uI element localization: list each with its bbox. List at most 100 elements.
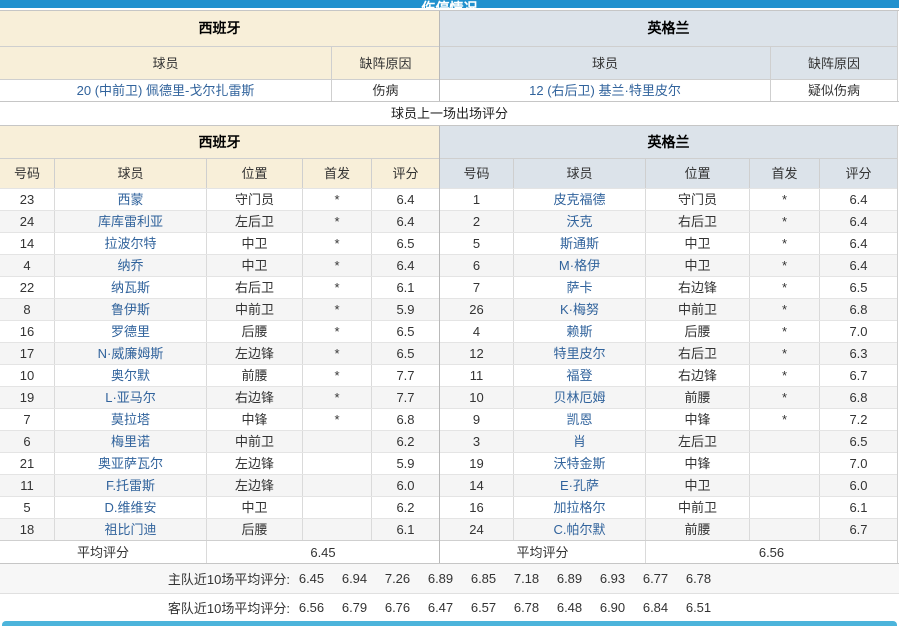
player-position: 左后卫 (207, 211, 303, 232)
average-rating-label: 平均评分 (440, 541, 646, 563)
starter-mark: * (303, 233, 372, 254)
starter-mark: * (750, 299, 820, 320)
player-row: 24库库雷利亚左后卫*6.4 (0, 210, 439, 232)
starter-mark: * (750, 409, 820, 430)
player-rating: 6.8 (820, 299, 897, 320)
player-rating: 6.7 (820, 365, 897, 386)
player-name-link[interactable]: 福登 (566, 368, 592, 383)
player-position: 左边锋 (207, 453, 303, 474)
player-name-link[interactable]: 罗德里 (111, 324, 150, 339)
player-rating: 6.4 (820, 233, 897, 254)
starter-mark (303, 497, 372, 518)
player-name-link[interactable]: L·亚马尔 (105, 390, 156, 405)
player-column-header: 球员 (55, 159, 207, 188)
player-name-link[interactable]: 凯恩 (566, 412, 592, 427)
starter-mark (750, 519, 820, 540)
absence-reason: 疑似伤病 (771, 80, 897, 101)
player-name-link[interactable]: 祖比门迪 (104, 522, 156, 537)
absent-player-link[interactable]: 12 (右后卫) 基兰·特里皮尔 (529, 83, 681, 98)
rating-value: 6.77 (634, 571, 677, 586)
player-row: 19沃特金斯中锋7.0 (440, 452, 897, 474)
player-name-link[interactable]: 萨卡 (566, 280, 592, 295)
player-column-header: 球员 (0, 47, 332, 79)
player-rating: 6.5 (820, 277, 897, 298)
player-row: 16加拉格尔中前卫6.1 (440, 496, 897, 518)
player-name-link[interactable]: 纳乔 (117, 258, 143, 273)
player-number: 7 (440, 277, 514, 298)
player-position: 中锋 (646, 409, 750, 430)
player-name-link[interactable]: K·梅努 (560, 302, 599, 317)
away-average-row: 平均评分 6.56 (440, 540, 897, 563)
player-number: 22 (0, 277, 55, 298)
player-name-link[interactable]: 奥亚萨瓦尔 (98, 456, 163, 471)
player-rating: 6.1 (820, 497, 897, 518)
player-number: 5 (0, 497, 55, 518)
rating-value: 6.89 (548, 571, 591, 586)
rating-value: 6.78 (677, 571, 720, 586)
starter-mark (750, 431, 820, 452)
player-rating: 6.5 (372, 343, 439, 364)
player-name-link[interactable]: 拉波尔特 (104, 236, 156, 251)
rating-value: 7.18 (505, 571, 548, 586)
average-rating-value: 6.56 (646, 541, 897, 563)
section-title: 伤停情况 (422, 0, 478, 8)
player-rating: 6.0 (372, 475, 439, 496)
player-number: 9 (440, 409, 514, 430)
player-rating: 7.2 (820, 409, 897, 430)
starter-mark (750, 497, 820, 518)
player-name-link[interactable]: 纳瓦斯 (111, 280, 150, 295)
player-name-link[interactable]: C.帕尔默 (553, 522, 605, 537)
player-number: 2 (440, 211, 514, 232)
rating-value: 6.89 (419, 571, 462, 586)
player-name-link[interactable]: 肖 (573, 434, 586, 449)
player-rating: 6.8 (820, 387, 897, 408)
starter-mark: * (750, 365, 820, 386)
rating-value: 6.94 (333, 571, 376, 586)
player-rating: 6.8 (372, 409, 439, 430)
absent-player-link[interactable]: 20 (中前卫) 佩德里-戈尔扎雷斯 (77, 83, 255, 98)
player-name-link[interactable]: D.维维安 (104, 500, 156, 515)
player-row: 11福登右边锋*6.7 (440, 364, 897, 386)
player-row: 7莫拉塔中锋*6.8 (0, 408, 439, 430)
player-number: 10 (440, 387, 514, 408)
player-name-link[interactable]: N·威廉姆斯 (98, 346, 164, 361)
player-rating: 6.3 (820, 343, 897, 364)
player-name-link[interactable]: 特里皮尔 (553, 346, 605, 361)
starter-column-header: 首发 (303, 159, 372, 188)
player-name-link[interactable]: 沃特金斯 (553, 456, 605, 471)
player-position: 中卫 (207, 255, 303, 276)
player-number: 4 (440, 321, 514, 342)
player-position: 右边锋 (207, 387, 303, 408)
player-position: 守门员 (646, 189, 750, 210)
player-name-link[interactable]: 贝林厄姆 (553, 390, 605, 405)
starter-mark: * (303, 189, 372, 210)
player-name-link[interactable]: 鲁伊斯 (111, 302, 150, 317)
rating-column-header: 评分 (372, 159, 439, 188)
player-name-link[interactable]: 赖斯 (566, 324, 592, 339)
player-name-link[interactable]: 梅里诺 (111, 434, 150, 449)
starter-mark: * (750, 321, 820, 342)
player-name-link[interactable]: 皮克福德 (553, 192, 605, 207)
player-rating: 6.1 (372, 519, 439, 540)
starter-mark: * (750, 233, 820, 254)
player-name-link[interactable]: 奥尔默 (111, 368, 150, 383)
player-name-link[interactable]: 库库雷利亚 (98, 214, 163, 229)
player-row: 10奥尔默前腰*7.7 (0, 364, 439, 386)
player-name-link[interactable]: 莫拉塔 (111, 412, 150, 427)
player-name-link[interactable]: E·孔萨 (560, 478, 599, 493)
absence-reason: 伤病 (332, 80, 439, 101)
player-name-link[interactable]: 斯通斯 (560, 236, 599, 251)
player-row: 6梅里诺中前卫6.2 (0, 430, 439, 452)
player-position: 中前卫 (646, 497, 750, 518)
player-name-link[interactable]: 西蒙 (117, 192, 143, 207)
away-team-header: 英格兰 (440, 126, 897, 158)
player-position: 后腰 (646, 321, 750, 342)
player-name-link[interactable]: F.托雷斯 (106, 478, 155, 493)
player-row: 23西蒙守门员*6.4 (0, 188, 439, 210)
player-rating: 6.1 (372, 277, 439, 298)
player-name-link[interactable]: 加拉格尔 (553, 500, 605, 515)
player-rating: 6.5 (820, 431, 897, 452)
player-name-link[interactable]: 沃克 (566, 214, 592, 229)
player-name-link[interactable]: M·格伊 (559, 258, 600, 273)
next-section-top-edge (2, 621, 897, 626)
